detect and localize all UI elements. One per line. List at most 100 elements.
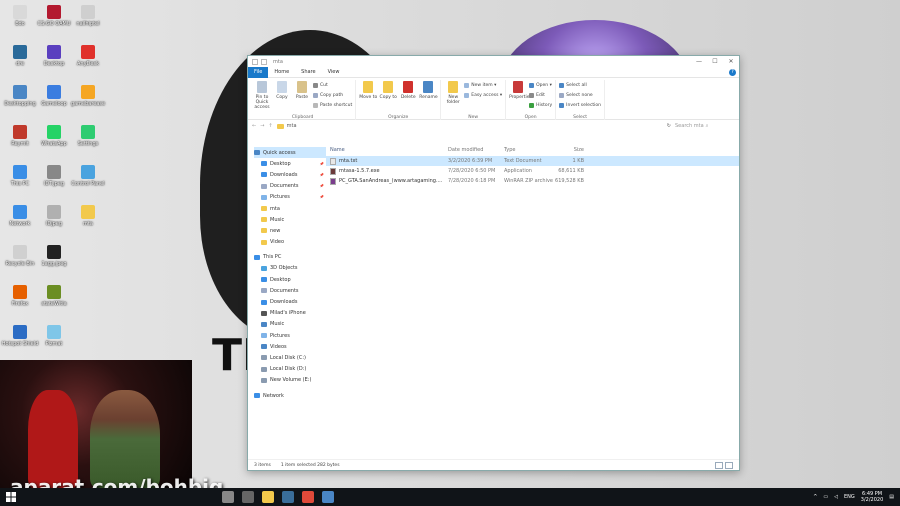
new-folder-button[interactable]: New folder <box>444 80 462 120</box>
open-icon <box>529 83 535 88</box>
exe-file-icon <box>330 167 336 175</box>
desktop-icon-gamebarease[interactable]: gamebarease <box>68 83 108 121</box>
window-title: mta <box>273 58 283 65</box>
column-type[interactable]: Type <box>504 147 554 153</box>
large-icons-view-icon[interactable] <box>725 461 733 469</box>
desktop-icon-anydesk[interactable]: AnyDesk <box>68 43 108 81</box>
nav-item-this-pc[interactable]: This PC <box>254 252 326 263</box>
nav-item-documents[interactable]: Documents 📌 <box>254 181 326 192</box>
cut-button[interactable]: Cut <box>313 81 352 90</box>
move-to-button[interactable]: Move to <box>359 80 377 120</box>
nav-item-videos[interactable]: Videos <box>254 341 326 352</box>
nav-item-mta[interactable]: mta <box>254 203 326 214</box>
nav-item-local-disk-d[interactable]: Local Disk (D:) <box>254 364 326 375</box>
nav-item-new-volume-e[interactable]: New Volume (E:) <box>254 375 326 386</box>
help-icon[interactable]: ? <box>729 68 736 76</box>
nav-item-music[interactable]: Music <box>254 214 326 225</box>
windows-logo-icon <box>6 492 16 502</box>
quick-access-toolbar[interactable] <box>252 58 267 65</box>
file-name-cell: mtasa-1.5.7.exe <box>326 167 448 175</box>
photos-app-icon[interactable] <box>322 491 334 503</box>
open-button[interactable]: Open ▾ <box>529 81 552 90</box>
refresh-button[interactable]: ↻ <box>667 123 671 129</box>
clock[interactable]: 6:49 PM 3/2/2020 <box>861 491 883 503</box>
nav-item-downloads[interactable]: Downloads <box>254 296 326 307</box>
chrome-app-icon[interactable] <box>302 491 314 503</box>
explorer-app-icon[interactable] <box>262 491 274 503</box>
nav-item-3d-objects[interactable]: 3D Objects <box>254 263 326 274</box>
nav-item-pictures[interactable]: Pictures <box>254 330 326 341</box>
nav-item-network[interactable]: Network <box>254 390 326 401</box>
properties-button[interactable]: Properties <box>509 80 532 120</box>
nav-item-music[interactable]: Music <box>254 319 326 330</box>
nav-item-video[interactable]: Video <box>254 237 326 248</box>
details-view-icon[interactable] <box>715 461 723 469</box>
tab-share[interactable]: Share <box>295 67 321 78</box>
language-indicator[interactable]: ENG <box>844 494 855 500</box>
easy-access-button[interactable]: Easy access ▾ <box>464 91 502 100</box>
paste-button[interactable]: Paste <box>293 80 311 120</box>
statewitia-icon <box>47 285 61 299</box>
column-date[interactable]: Date modified <box>448 147 504 153</box>
task-view-icon[interactable] <box>242 491 254 503</box>
column-name[interactable]: Name <box>326 147 448 153</box>
select-none-button[interactable]: Select none <box>559 91 601 100</box>
steam-app-icon[interactable] <box>282 491 294 503</box>
desktop-icon-mta[interactable]: mta <box>68 203 108 241</box>
history-button[interactable]: History <box>529 101 552 110</box>
desktop-icon-control-panel[interactable]: Control Panel <box>68 163 108 201</box>
nav-item-downloads[interactable]: Downloads 📌 <box>254 169 326 180</box>
paste-shortcut-button[interactable]: Paste shortcut <box>313 101 352 110</box>
volume-icon[interactable]: ◁ <box>834 494 838 500</box>
new-item-button[interactable]: New item ▾ <box>464 81 502 90</box>
invert-selection-button[interactable]: Invert selection <box>559 101 601 110</box>
search-box[interactable]: Search mta ⌕ <box>675 122 735 131</box>
tab-home[interactable]: Home <box>268 67 295 78</box>
address-bar[interactable]: mta <box>276 122 663 131</box>
search-app-icon[interactable] <box>222 491 234 503</box>
copy-to-button[interactable]: Copy to <box>379 80 397 120</box>
desktop-icon-1agg-jpeg[interactable]: 1agg.jpeg <box>34 243 74 281</box>
nav-item-quick-access[interactable]: Quick access <box>254 147 326 159</box>
nav-item-local-disk-c[interactable]: Local Disk (C:) <box>254 352 326 363</box>
file-explorer-window[interactable]: mta — ☐ ✕ File Home Share View? Pin to Quic… <box>247 55 740 471</box>
desktop-icon-nailhiptel[interactable]: nailhiptel <box>68 3 108 41</box>
delete-button[interactable]: Delete <box>399 80 417 120</box>
tab-view[interactable]: View <box>322 67 346 78</box>
forward-button[interactable]: → <box>260 123 264 129</box>
select-all-button[interactable]: Select all <box>559 81 601 90</box>
column-size[interactable]: Size <box>554 147 584 153</box>
copy-button[interactable]: Copy <box>273 80 291 120</box>
properties-quick-icon[interactable] <box>252 58 258 65</box>
up-button[interactable]: ↑ <box>268 123 272 129</box>
desktop-icon-statewitia[interactable]: stateWitia <box>34 283 74 321</box>
easy-access-label: Easy access ▾ <box>471 93 503 98</box>
file-row[interactable]: PC_GTA.SanAndreas_(www.artagaming.... 7/2… <box>326 176 739 186</box>
nav-item-new[interactable]: new <box>254 225 326 236</box>
back-button[interactable]: ← <box>252 123 256 129</box>
edit-button[interactable]: Edit <box>529 91 552 100</box>
pin-to-quick-access-button[interactable]: Pin to Quick access <box>253 80 271 120</box>
nav-item-milad-s-iphone[interactable]: Milad's iPhone <box>254 308 326 319</box>
nav-item-pictures[interactable]: Pictures 📌 <box>254 192 326 203</box>
nav-item-documents[interactable]: Documents <box>254 285 326 296</box>
file-row[interactable]: mtasa-1.5.7.exe 7/28/2020 6:50 PM Applicat… <box>326 166 739 176</box>
title-bar[interactable]: mta — ☐ ✕ <box>248 56 739 67</box>
nav-item-desktop[interactable]: Desktop 📌 <box>254 158 326 169</box>
new-folder-quick-icon[interactable] <box>261 58 267 65</box>
notifications-icon[interactable]: ▤ <box>889 494 894 500</box>
minimize-button[interactable]: — <box>691 58 707 65</box>
rename-button[interactable]: Rename <box>419 80 438 120</box>
file-type: Application <box>504 168 532 174</box>
network-icon[interactable]: ▭ <box>823 494 828 500</box>
maximize-button[interactable]: ☐ <box>707 58 723 65</box>
file-row[interactable]: mta.txt 3/2/2020 6:39 PM Text Document 1 KB <box>326 156 739 166</box>
tab-file[interactable]: File <box>248 66 269 78</box>
copy-path-button[interactable]: Copy path <box>313 91 352 100</box>
desktop-icon-settings[interactable]: Settings <box>68 123 108 161</box>
close-button[interactable]: ✕ <box>723 58 739 65</box>
nav-item-desktop[interactable]: Desktop <box>254 274 326 285</box>
desktop-icon-pizmat[interactable]: Pizmat <box>34 323 74 361</box>
tray-chevron-icon[interactable]: ^ <box>813 494 817 500</box>
start-button[interactable] <box>0 488 22 506</box>
